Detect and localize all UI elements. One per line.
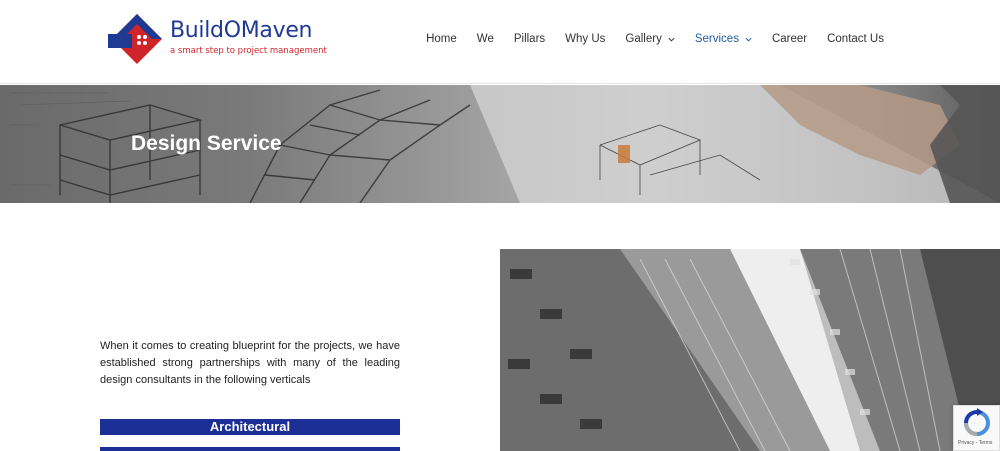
chevron-down-icon: [745, 37, 752, 42]
nav-gallery[interactable]: Gallery: [615, 33, 684, 45]
nav-pillars[interactable]: Pillars: [504, 33, 555, 45]
nav-contact-us[interactable]: Contact Us: [817, 33, 894, 45]
recaptcha-icon: [964, 408, 990, 436]
nav-we[interactable]: We: [467, 33, 504, 45]
brand-name: BuildOMaven: [170, 18, 313, 43]
intro-paragraph: When it comes to creating blueprint for …: [100, 340, 400, 386]
nav-career[interactable]: Career: [762, 33, 817, 45]
next-vertical-heading[interactable]: [100, 447, 400, 451]
brand-tagline: a smart step to project management: [170, 46, 327, 56]
nav-services[interactable]: Services: [685, 33, 762, 45]
page-title: Design Service: [131, 132, 282, 155]
nav-label: Home: [426, 33, 457, 45]
brand-logo[interactable]: BuildOMaven a smart step to project mana…: [106, 12, 327, 68]
chevron-down-icon: [668, 37, 675, 42]
logo-house-icon: [108, 14, 162, 64]
site-header: BuildOMaven a smart step to project mana…: [0, 0, 1000, 84]
nav-label: Contact Us: [827, 33, 884, 45]
nav-label: Why Us: [565, 33, 606, 45]
main-nav: Home We Pillars Why Us Gallery Services …: [416, 33, 894, 45]
page-banner: Design Service: [0, 85, 1000, 203]
nav-label: We: [476, 33, 494, 45]
nav-label: Career: [771, 33, 808, 45]
recaptcha-badge[interactable]: Privacy - Terms: [953, 405, 1000, 451]
recaptcha-links[interactable]: Privacy - Terms: [958, 440, 992, 446]
skyscrapers-photo: [500, 249, 1000, 451]
vertical-heading-architectural[interactable]: Architectural: [100, 419, 400, 435]
nav-label: Services: [694, 33, 739, 45]
nav-home[interactable]: Home: [416, 33, 467, 45]
nav-why-us[interactable]: Why Us: [555, 33, 615, 45]
nav-label: Gallery: [625, 33, 662, 45]
nav-label: Pillars: [513, 33, 546, 45]
